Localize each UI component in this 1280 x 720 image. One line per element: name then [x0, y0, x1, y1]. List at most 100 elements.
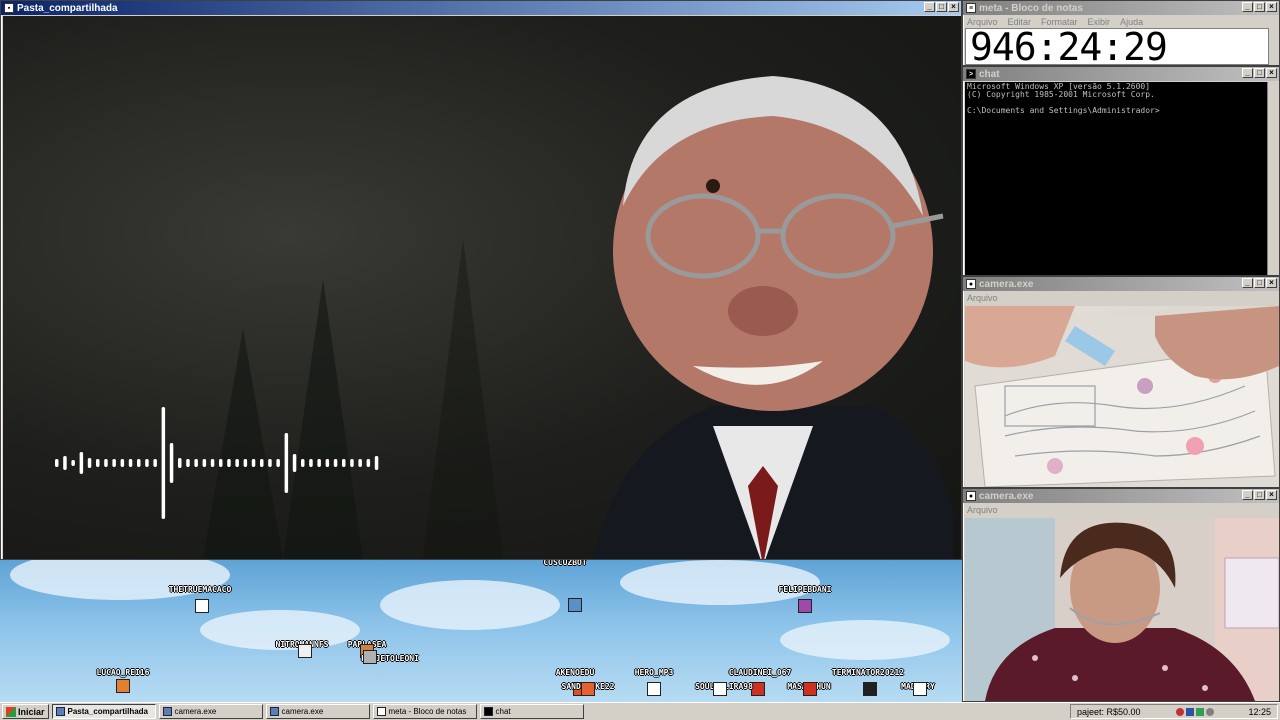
drawing-hands-image	[965, 306, 1279, 487]
close-button[interactable]: ×	[1266, 2, 1277, 12]
camera-icon: ●	[966, 491, 976, 501]
close-button[interactable]: ×	[1266, 278, 1277, 288]
waveform-bar	[358, 459, 362, 467]
waveform-bar	[178, 458, 182, 468]
camera-icon: ●	[966, 279, 976, 289]
waveform-bar	[366, 459, 371, 467]
waveform-bar	[104, 459, 108, 467]
video-window[interactable]: ▪ Pasta_compartilhada _ □ ×	[0, 0, 962, 560]
waveform-bar	[374, 456, 379, 470]
task-chat[interactable]: chat	[479, 704, 584, 719]
camera1-title: camera.exe	[979, 278, 1034, 290]
menu-arquivo[interactable]: Arquivo	[967, 505, 998, 515]
notepad-text-area[interactable]: 946:24:29	[965, 28, 1269, 66]
speaker-icon[interactable]	[1205, 707, 1214, 716]
woman-drawing-image	[965, 518, 1279, 701]
waveform-bar	[145, 459, 149, 467]
waveform-bar	[169, 443, 174, 483]
waveform-bar	[235, 459, 239, 467]
maximize-button[interactable]: □	[936, 2, 947, 12]
audio-waveform	[55, 407, 379, 519]
chat-avatar-sprite	[863, 682, 877, 696]
elderly-man-portrait	[594, 76, 953, 559]
cmd-scrollbar[interactable]	[1267, 82, 1277, 275]
close-button[interactable]: ×	[1266, 490, 1277, 500]
cmd-console[interactable]: Microsoft Windows XP [versão 5.1.2600] (…	[965, 82, 1269, 275]
waveform-bar	[342, 459, 346, 467]
waveform-bar	[309, 459, 313, 467]
chat-avatar-sprite	[195, 599, 209, 613]
camera1-titlebar[interactable]: ● camera.exe _ □ ×	[963, 277, 1279, 291]
chat-avatar-sprite	[647, 682, 661, 696]
taskbar: Iniciar Pasta_compartilhada camera.exe c…	[0, 702, 1280, 720]
close-button[interactable]: ×	[948, 2, 959, 12]
waveform-bar	[284, 433, 289, 493]
maximize-button[interactable]: □	[1254, 2, 1265, 12]
waveform-bar	[63, 456, 67, 470]
cmd-titlebar[interactable]: > chat _ □ ×	[963, 67, 1279, 81]
menu-arquivo[interactable]: Arquivo	[967, 293, 998, 303]
waveform-bar	[227, 459, 231, 467]
task-camera-1[interactable]: camera.exe	[158, 704, 263, 719]
minimize-button[interactable]: _	[1242, 2, 1253, 12]
maximize-button[interactable]: □	[1254, 68, 1265, 78]
task-label: Pasta_compartilhada	[67, 707, 148, 716]
camera2-titlebar[interactable]: ● camera.exe _ □ ×	[963, 489, 1279, 503]
waveform-bar	[251, 459, 256, 467]
waveform-bar	[243, 459, 248, 467]
notepad-window[interactable]: ≡ meta - Bloco de notas _ □ × Arquivo Ed…	[962, 0, 1280, 66]
camera1-menubar: Arquivo	[963, 291, 1279, 304]
video-titlebar[interactable]: ▪ Pasta_compartilhada _ □ ×	[1, 1, 961, 15]
cloud	[10, 560, 230, 600]
waveform-bar	[219, 459, 223, 467]
notepad-icon: ≡	[966, 3, 976, 13]
start-button[interactable]: Iniciar	[2, 704, 49, 719]
chat-avatar-sprite	[803, 682, 817, 696]
camera-window-1[interactable]: ● camera.exe _ □ × Arquivo	[962, 276, 1280, 488]
tray-icon[interactable]	[1175, 707, 1184, 716]
maximize-button[interactable]: □	[1254, 278, 1265, 288]
video-title: Pasta_compartilhada	[17, 2, 118, 14]
tray-icon[interactable]	[1195, 707, 1204, 716]
waveform-bar	[350, 459, 354, 467]
minimize-button[interactable]: _	[1242, 68, 1253, 78]
waveform-bar	[112, 459, 116, 467]
folder-icon	[55, 707, 65, 716]
waveform-bar	[210, 459, 215, 467]
task-label: camera.exe	[281, 707, 324, 716]
waveform-bar	[55, 459, 59, 467]
windows-logo-icon	[6, 706, 16, 717]
chat-username: FELIPEBDANI	[778, 585, 832, 594]
task-label: camera.exe	[174, 707, 217, 716]
task-pasta-compartilhada[interactable]: Pasta_compartilhada	[51, 704, 156, 719]
minimize-button[interactable]: _	[1242, 490, 1253, 500]
waveform-bar	[276, 459, 280, 467]
system-tray: pajeet: R$50.00 12:25	[1070, 704, 1278, 719]
minimize-button[interactable]: _	[1242, 278, 1253, 288]
camera-icon	[269, 707, 279, 716]
cmd-window[interactable]: > chat _ □ × Microsoft Windows XP [versã…	[962, 66, 1280, 276]
waveform-bar	[186, 459, 190, 467]
notepad-titlebar[interactable]: ≡ meta - Bloco de notas _ □ ×	[963, 1, 1279, 15]
task-camera-2[interactable]: camera.exe	[265, 704, 370, 719]
maximize-button[interactable]: □	[1254, 490, 1265, 500]
tray-donation-text: pajeet: R$50.00	[1077, 706, 1141, 717]
chat-avatar-sprite	[581, 682, 595, 696]
chat-avatar-sprite	[568, 598, 582, 612]
tray-icon[interactable]	[1185, 707, 1194, 716]
camera2-feed	[965, 518, 1279, 701]
cloud	[380, 580, 560, 630]
cmd-title: chat	[979, 68, 1000, 80]
chat-username: LUCAO_REI16	[96, 668, 150, 677]
waveform-bar	[333, 459, 338, 467]
close-button[interactable]: ×	[1266, 68, 1277, 78]
camera-window-2[interactable]: ● camera.exe _ □ × Arquivo	[962, 488, 1280, 702]
waveform-bar	[260, 459, 264, 467]
waveform-bar	[292, 454, 297, 472]
cmd-icon	[483, 707, 493, 716]
chat-username: TERMINATOR20212	[831, 668, 905, 677]
waveform-bar	[194, 459, 198, 467]
minimize-button[interactable]: _	[924, 2, 935, 12]
task-notepad[interactable]: meta - Bloco de notas	[372, 704, 477, 719]
waveform-bar	[317, 459, 321, 467]
